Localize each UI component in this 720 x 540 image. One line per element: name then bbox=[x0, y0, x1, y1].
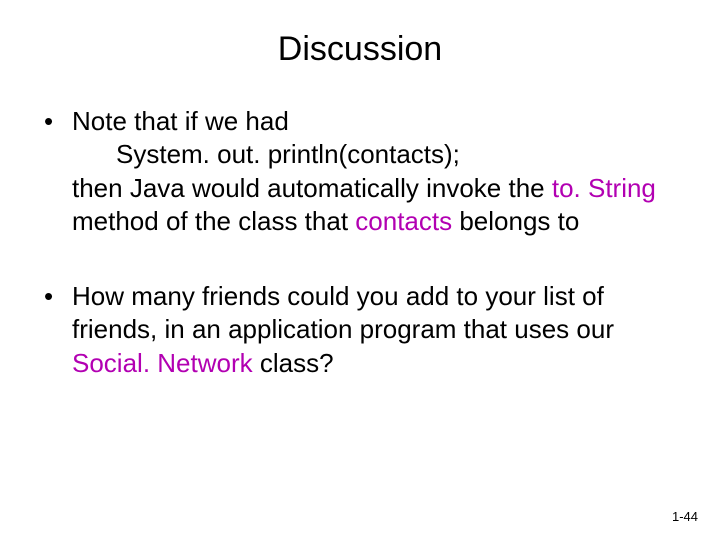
bullet1-lead: Note that if we had bbox=[72, 106, 289, 136]
bullet1-text2: method of the class that bbox=[72, 206, 355, 236]
slide: Discussion Note that if we had System. o… bbox=[0, 0, 720, 540]
bullet-item-1: Note that if we had System. out. println… bbox=[32, 105, 688, 238]
bullet2-text2: class? bbox=[253, 348, 334, 378]
bullet1-text3: belongs to bbox=[452, 206, 579, 236]
slide-content: Note that if we had System. out. println… bbox=[32, 105, 688, 380]
slide-title: Discussion bbox=[32, 30, 688, 69]
bullet-list: Note that if we had System. out. println… bbox=[32, 105, 688, 380]
socialnetwork-term: Social. Network bbox=[72, 348, 253, 378]
bullet2-text1: How many friends could you add to your l… bbox=[72, 281, 614, 344]
tostring-term: to. String bbox=[552, 173, 656, 203]
contacts-term: contacts bbox=[355, 206, 452, 236]
bullet1-text1: then Java would automatically invoke the bbox=[72, 173, 552, 203]
bullet1-code: System. out. println(contacts); bbox=[72, 138, 688, 171]
bullet-item-2: How many friends could you add to your l… bbox=[32, 280, 688, 380]
page-number: 1-44 bbox=[672, 509, 698, 524]
